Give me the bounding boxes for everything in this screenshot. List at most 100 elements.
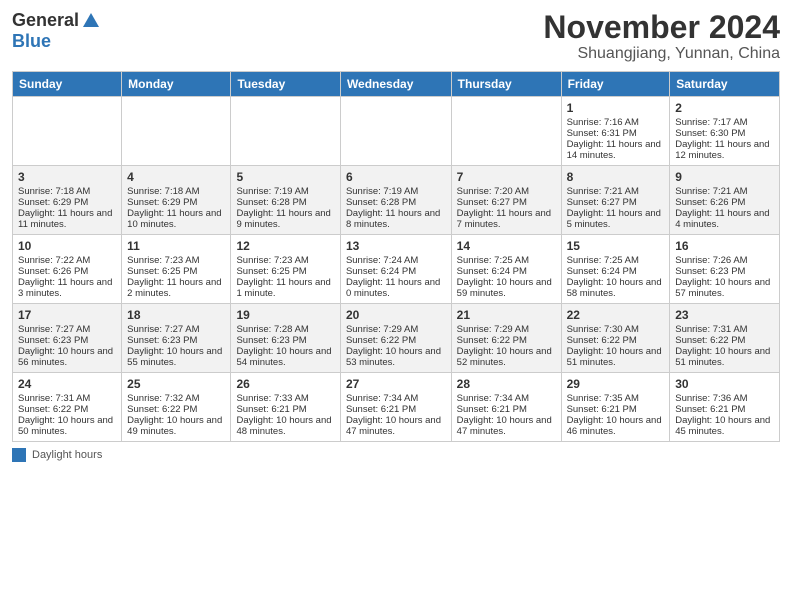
day-number: 21 <box>457 308 556 322</box>
day-info: Sunrise: 7:20 AM <box>457 186 556 197</box>
calendar-cell: 5Sunrise: 7:19 AMSunset: 6:28 PMDaylight… <box>231 166 340 235</box>
page: General Blue November 2024 Shuangjiang, … <box>0 0 792 612</box>
day-number: 20 <box>346 308 446 322</box>
day-info: Sunrise: 7:27 AM <box>127 324 225 335</box>
day-info: Sunrise: 7:16 AM <box>567 117 665 128</box>
calendar-cell: 16Sunrise: 7:26 AMSunset: 6:23 PMDayligh… <box>670 235 780 304</box>
calendar-cell: 1Sunrise: 7:16 AMSunset: 6:31 PMDaylight… <box>561 97 670 166</box>
day-info: Sunset: 6:22 PM <box>675 335 774 346</box>
day-info: Daylight: 11 hours and 10 minutes. <box>127 208 225 230</box>
calendar-cell: 13Sunrise: 7:24 AMSunset: 6:24 PMDayligh… <box>340 235 451 304</box>
day-info: Daylight: 11 hours and 5 minutes. <box>567 208 665 230</box>
day-info: Daylight: 10 hours and 51 minutes. <box>675 346 774 368</box>
day-info: Daylight: 11 hours and 14 minutes. <box>567 139 665 161</box>
calendar-cell: 23Sunrise: 7:31 AMSunset: 6:22 PMDayligh… <box>670 304 780 373</box>
calendar-cell: 21Sunrise: 7:29 AMSunset: 6:22 PMDayligh… <box>451 304 561 373</box>
day-info: Sunset: 6:21 PM <box>457 404 556 415</box>
calendar-cell: 28Sunrise: 7:34 AMSunset: 6:21 PMDayligh… <box>451 373 561 442</box>
day-number: 5 <box>236 170 334 184</box>
day-info: Sunset: 6:22 PM <box>457 335 556 346</box>
day-number: 23 <box>675 308 774 322</box>
day-info: Sunrise: 7:36 AM <box>675 393 774 404</box>
day-info: Sunrise: 7:35 AM <box>567 393 665 404</box>
legend: Daylight hours <box>12 448 780 462</box>
day-number: 26 <box>236 377 334 391</box>
day-number: 22 <box>567 308 665 322</box>
day-info: Sunset: 6:29 PM <box>127 197 225 208</box>
legend-label: Daylight hours <box>32 449 102 461</box>
day-number: 4 <box>127 170 225 184</box>
day-info: Daylight: 10 hours and 49 minutes. <box>127 415 225 437</box>
day-info: Daylight: 11 hours and 4 minutes. <box>675 208 774 230</box>
weekday-header-thursday: Thursday <box>451 72 561 97</box>
calendar-body: 1Sunrise: 7:16 AMSunset: 6:31 PMDaylight… <box>13 97 780 442</box>
day-number: 3 <box>18 170 116 184</box>
day-info: Sunrise: 7:19 AM <box>346 186 446 197</box>
day-info: Sunset: 6:29 PM <box>18 197 116 208</box>
day-info: Sunrise: 7:29 AM <box>457 324 556 335</box>
day-info: Sunset: 6:21 PM <box>567 404 665 415</box>
calendar-cell: 30Sunrise: 7:36 AMSunset: 6:21 PMDayligh… <box>670 373 780 442</box>
calendar-table: SundayMondayTuesdayWednesdayThursdayFrid… <box>12 71 780 442</box>
day-number: 8 <box>567 170 665 184</box>
day-number: 11 <box>127 239 225 253</box>
calendar-cell: 29Sunrise: 7:35 AMSunset: 6:21 PMDayligh… <box>561 373 670 442</box>
day-number: 28 <box>457 377 556 391</box>
day-number: 19 <box>236 308 334 322</box>
calendar-cell <box>451 97 561 166</box>
day-info: Sunset: 6:23 PM <box>236 335 334 346</box>
weekday-header-tuesday: Tuesday <box>231 72 340 97</box>
day-number: 15 <box>567 239 665 253</box>
day-info: Sunset: 6:21 PM <box>346 404 446 415</box>
day-number: 25 <box>127 377 225 391</box>
day-info: Daylight: 11 hours and 3 minutes. <box>18 277 116 299</box>
day-info: Sunset: 6:21 PM <box>675 404 774 415</box>
day-info: Sunset: 6:25 PM <box>236 266 334 277</box>
title-block: November 2024 Shuangjiang, Yunnan, China <box>543 10 780 63</box>
day-info: Daylight: 11 hours and 12 minutes. <box>675 139 774 161</box>
day-info: Daylight: 10 hours and 50 minutes. <box>18 415 116 437</box>
calendar-cell <box>340 97 451 166</box>
calendar-cell: 20Sunrise: 7:29 AMSunset: 6:22 PMDayligh… <box>340 304 451 373</box>
day-number: 29 <box>567 377 665 391</box>
calendar-cell: 4Sunrise: 7:18 AMSunset: 6:29 PMDaylight… <box>122 166 231 235</box>
day-info: Sunrise: 7:33 AM <box>236 393 334 404</box>
day-info: Daylight: 10 hours and 58 minutes. <box>567 277 665 299</box>
day-info: Sunrise: 7:27 AM <box>18 324 116 335</box>
calendar-cell: 12Sunrise: 7:23 AMSunset: 6:25 PMDayligh… <box>231 235 340 304</box>
calendar-cell: 6Sunrise: 7:19 AMSunset: 6:28 PMDaylight… <box>340 166 451 235</box>
day-number: 14 <box>457 239 556 253</box>
day-number: 7 <box>457 170 556 184</box>
week-row-1: 1Sunrise: 7:16 AMSunset: 6:31 PMDaylight… <box>13 97 780 166</box>
weekday-header-wednesday: Wednesday <box>340 72 451 97</box>
day-info: Sunrise: 7:21 AM <box>675 186 774 197</box>
day-info: Sunset: 6:27 PM <box>457 197 556 208</box>
day-number: 27 <box>346 377 446 391</box>
day-info: Sunrise: 7:18 AM <box>18 186 116 197</box>
day-info: Sunset: 6:27 PM <box>567 197 665 208</box>
week-row-5: 24Sunrise: 7:31 AMSunset: 6:22 PMDayligh… <box>13 373 780 442</box>
calendar-cell: 7Sunrise: 7:20 AMSunset: 6:27 PMDaylight… <box>451 166 561 235</box>
day-number: 6 <box>346 170 446 184</box>
day-info: Daylight: 10 hours and 48 minutes. <box>236 415 334 437</box>
day-info: Sunrise: 7:28 AM <box>236 324 334 335</box>
day-info: Sunrise: 7:23 AM <box>236 255 334 266</box>
month-title: November 2024 <box>543 10 780 45</box>
calendar-cell: 14Sunrise: 7:25 AMSunset: 6:24 PMDayligh… <box>451 235 561 304</box>
calendar-cell: 2Sunrise: 7:17 AMSunset: 6:30 PMDaylight… <box>670 97 780 166</box>
day-info: Daylight: 10 hours and 55 minutes. <box>127 346 225 368</box>
calendar-header: SundayMondayTuesdayWednesdayThursdayFrid… <box>13 72 780 97</box>
day-info: Sunset: 6:26 PM <box>18 266 116 277</box>
day-info: Sunset: 6:28 PM <box>236 197 334 208</box>
calendar-cell: 8Sunrise: 7:21 AMSunset: 6:27 PMDaylight… <box>561 166 670 235</box>
day-info: Daylight: 11 hours and 9 minutes. <box>236 208 334 230</box>
weekday-header-saturday: Saturday <box>670 72 780 97</box>
day-info: Sunrise: 7:25 AM <box>567 255 665 266</box>
day-info: Daylight: 10 hours and 53 minutes. <box>346 346 446 368</box>
day-number: 17 <box>18 308 116 322</box>
weekday-header-sunday: Sunday <box>13 72 122 97</box>
calendar-cell: 3Sunrise: 7:18 AMSunset: 6:29 PMDaylight… <box>13 166 122 235</box>
day-info: Sunrise: 7:22 AM <box>18 255 116 266</box>
day-number: 30 <box>675 377 774 391</box>
calendar-cell <box>231 97 340 166</box>
